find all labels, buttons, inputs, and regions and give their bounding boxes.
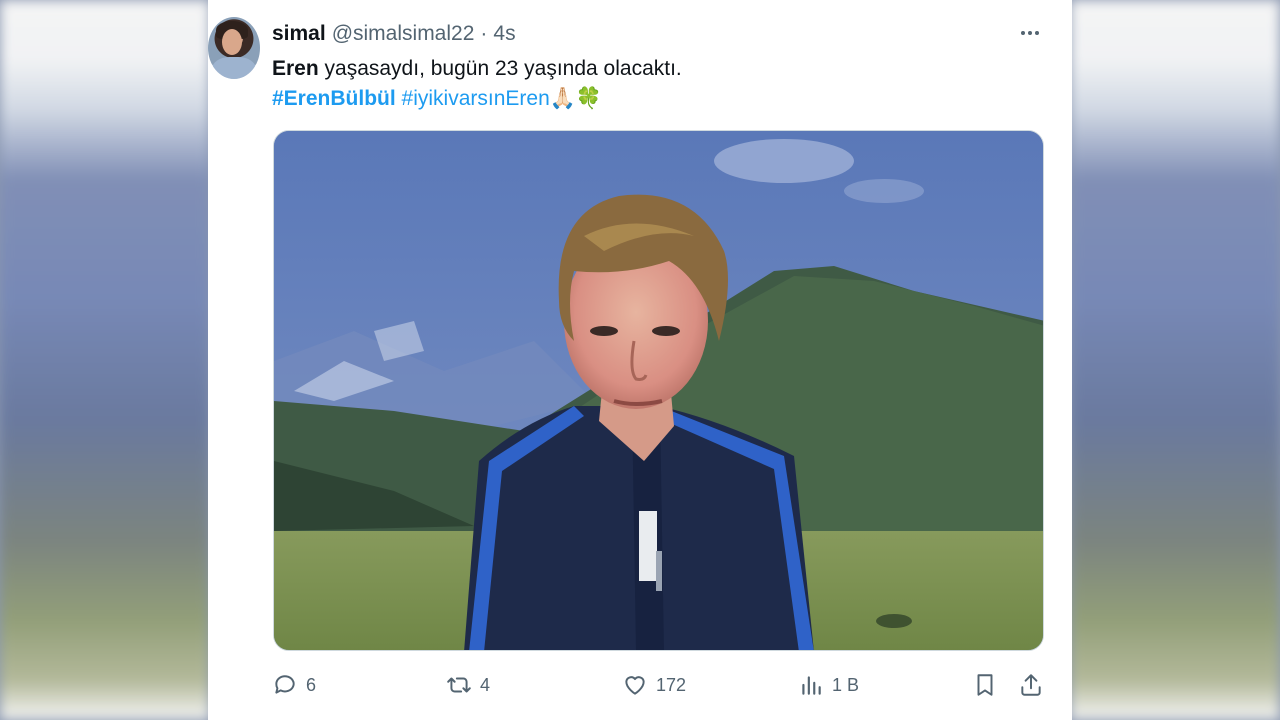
share-button[interactable] [1018,670,1044,700]
tweet-photo[interactable] [273,130,1044,651]
bookmark-button[interactable] [972,670,998,700]
timestamp[interactable]: 4s [493,22,515,46]
more-options-button[interactable] [1016,22,1044,44]
praying-hands-emoji: 🙏🏻 [549,87,576,110]
hashtag-link[interactable]: #ErenBülbül [272,87,396,110]
blurred-background-left [0,0,210,720]
like-count: 172 [656,674,687,695]
heart-icon [625,676,645,695]
tweet-text: Eren yaşasaydı, bugün 23 yaşında olacakt… [272,54,1032,114]
blurred-background-right [1070,0,1280,720]
action-bar: 6 4 172 1 B [272,670,1052,700]
tweet-text-bold: Eren [272,57,319,80]
more-horizontal-icon [1021,31,1025,35]
clover-emoji: 🍀 [575,87,603,110]
handle[interactable]: @simalsimal22 [332,22,475,46]
views-count: 1 B [832,674,860,695]
retweet-icon [447,677,471,693]
display-name[interactable]: simal [272,22,326,46]
retweet-button[interactable]: 4 [446,670,490,700]
reply-button[interactable]: 6 [272,670,316,700]
reply-count: 6 [306,674,317,695]
tweet-card: simal @simalsimal22 · 4s Eren yaşasaydı,… [208,0,1072,720]
views-icon [802,676,821,695]
hashtag-link[interactable]: #iyikivarsınEren [402,87,550,110]
reply-icon [275,675,295,694]
avatar[interactable] [208,17,260,79]
tweet-text-body: yaşasaydı, bugün 23 yaşında olacaktı. [318,57,682,80]
views-button[interactable]: 1 B [798,670,859,700]
share-icon [1021,674,1041,696]
photo-boy-mountains [274,131,1043,650]
retweet-count: 4 [480,674,491,695]
like-button[interactable]: 172 [622,670,686,700]
bookmark-icon [977,674,993,696]
separator-dot: · [480,22,488,45]
tweet-header: simal @simalsimal22 · 4s [272,20,516,48]
